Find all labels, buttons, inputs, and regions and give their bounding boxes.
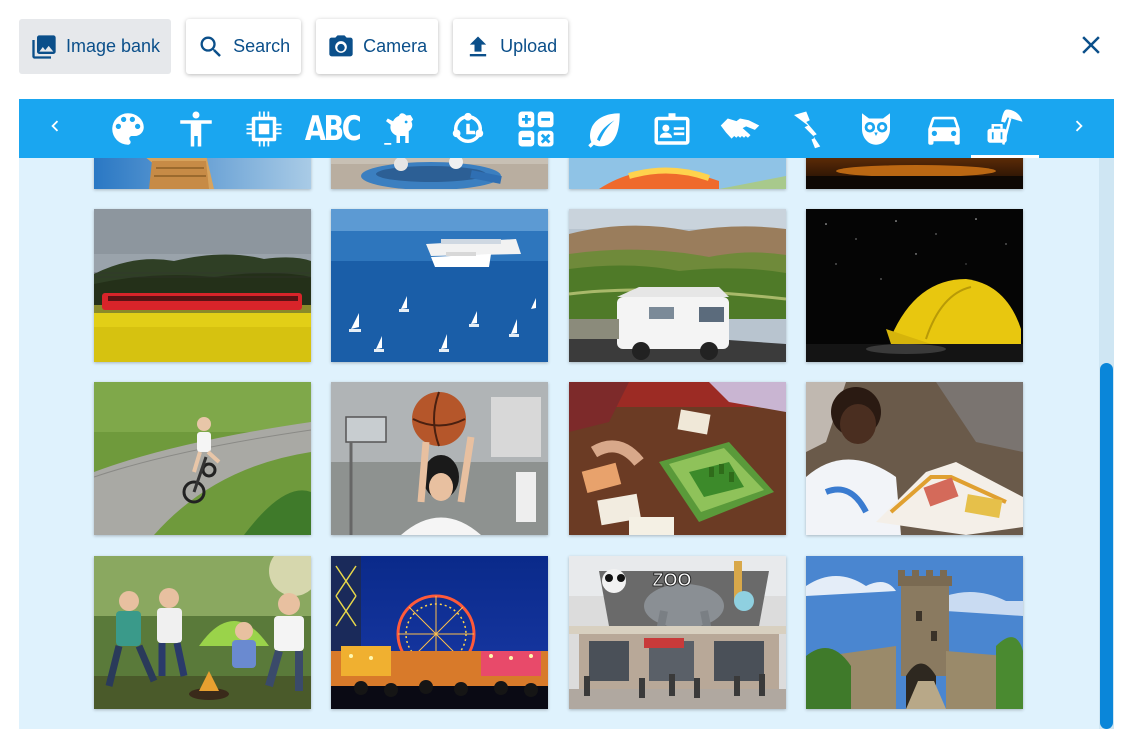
category-art[interactable]: [94, 99, 162, 158]
source-toolbar: Image bank Search Camera Upload: [19, 19, 569, 74]
gallery-image-zoo-entrance[interactable]: ZOO: [569, 556, 786, 709]
chevron-left-icon: [44, 115, 66, 142]
category-education[interactable]: [842, 99, 910, 158]
image-bank-label: Image bank: [66, 36, 161, 56]
gallery-image-camper-van[interactable]: [569, 209, 786, 362]
image-picker-dialog: Image bank Search Camera Upload ABC ZOO: [0, 0, 1132, 748]
camera-button[interactable]: Camera: [316, 19, 439, 74]
gallery-image-kids-campfire[interactable]: [94, 556, 311, 709]
scroll-categories-left-button[interactable]: [35, 99, 75, 158]
upload-label: Upload: [500, 36, 558, 56]
upload-button[interactable]: Upload: [453, 19, 569, 74]
person-icon: [175, 108, 217, 150]
chip-icon: [243, 108, 285, 150]
category-body[interactable]: [162, 99, 230, 158]
photo-library-icon: [30, 33, 58, 61]
gallery-image-sunset[interactable]: [806, 158, 1023, 189]
camera-icon: [327, 33, 355, 61]
category-social[interactable]: [706, 99, 774, 158]
category-animals[interactable]: [366, 99, 434, 158]
chevron-right-icon: [1068, 115, 1090, 142]
category-leisure[interactable]: [971, 99, 1039, 158]
dog-icon: [379, 108, 421, 150]
gallery-image-castle-tower[interactable]: [806, 556, 1023, 709]
category-math[interactable]: [502, 99, 570, 158]
owl-icon: [855, 108, 897, 150]
palette-icon: [107, 108, 149, 150]
gallery-scrollbar-thumb[interactable]: [1100, 363, 1113, 729]
id-card-icon: [651, 108, 693, 150]
leaf-icon: [583, 108, 625, 150]
calculator-icon: [515, 108, 557, 150]
category-technology[interactable]: [230, 99, 298, 158]
gallery-image-tent-night[interactable]: [806, 209, 1023, 362]
gallery-image-cruise-ships[interactable]: [331, 209, 548, 362]
beach-luggage-icon: [984, 106, 1026, 148]
gallery-image-balloon[interactable]: [569, 158, 786, 189]
gallery-image-fairground[interactable]: [331, 556, 548, 709]
category-people[interactable]: [638, 99, 706, 158]
gallery-image-board-game[interactable]: [569, 382, 786, 535]
gallery-image-child-cycling[interactable]: [94, 382, 311, 535]
category-transport[interactable]: [910, 99, 978, 158]
handshake-icon: [719, 108, 761, 150]
image-bank-button[interactable]: Image bank: [19, 19, 172, 74]
search-icon: [197, 33, 225, 61]
scroll-categories-right-button[interactable]: [1059, 99, 1099, 158]
gallery-image-red-train[interactable]: [94, 209, 311, 362]
camera-label: Camera: [363, 36, 428, 56]
map-pin-icon: [787, 108, 829, 150]
category-bar: ABC: [19, 99, 1114, 158]
category-nature[interactable]: [570, 99, 638, 158]
zoo-sign-text: ZOO: [653, 570, 692, 590]
car-icon: [923, 108, 965, 150]
search-button[interactable]: Search: [186, 19, 302, 74]
image-gallery: ZOO: [19, 158, 1114, 729]
abc-icon: ABC: [304, 108, 362, 149]
gallery-image-boy-reading[interactable]: [806, 382, 1023, 535]
close-icon: [1076, 30, 1106, 65]
gallery-image-girl-basketball[interactable]: [331, 382, 548, 535]
gallery-image-swing[interactable]: [331, 158, 548, 189]
category-routines[interactable]: [434, 99, 502, 158]
search-label: Search: [233, 36, 291, 56]
category-places[interactable]: [774, 99, 842, 158]
category-language[interactable]: ABC: [298, 99, 366, 158]
cycle-arrows-icon: [447, 108, 489, 150]
upload-icon: [464, 33, 492, 61]
gallery-image-ice-cream[interactable]: [94, 158, 311, 189]
close-button[interactable]: [1070, 26, 1112, 68]
